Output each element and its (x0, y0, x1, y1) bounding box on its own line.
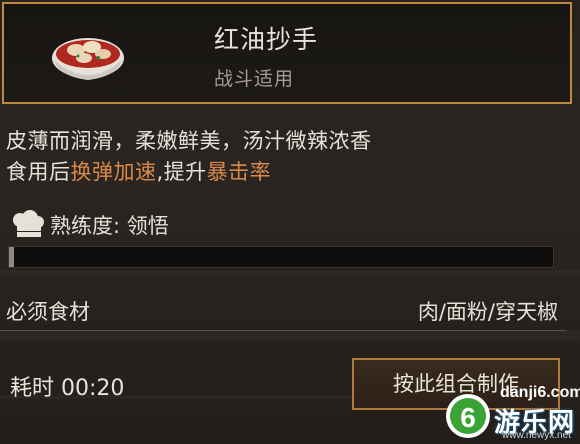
mastery-progress-fill (9, 247, 15, 267)
effect-prefix: 食用后 (6, 160, 71, 184)
ingredients-value: 肉/面粉/穿天椒 (417, 300, 558, 324)
site-watermark: 6 danji6.com 游乐网 www.newyx.net (444, 384, 580, 444)
watermark-logo-icon: 6 (446, 394, 490, 438)
cook-time: 耗时 00:20 (10, 376, 125, 401)
effect-mid: ,提升 (156, 160, 207, 184)
description-line-1: 皮薄而润滑，柔嫩鲜美，汤汁微辣浓香 (6, 129, 372, 153)
background-streak (0, 270, 580, 276)
recipe-panel: 红油抄手 战斗适用 皮薄而润滑，柔嫩鲜美，汤汁微辣浓香 食用后换弹加速,提升暴击… (0, 0, 580, 444)
mastery-progress-bar (8, 246, 554, 268)
watermark-url: www.newyx.net (502, 430, 571, 441)
item-header: 红油抄手 战斗适用 (2, 2, 572, 104)
svg-text:6: 6 (460, 402, 476, 433)
mastery-label: 熟练度: 领悟 (50, 214, 169, 238)
chef-hat-icon (13, 210, 44, 237)
background-streak (0, 330, 580, 340)
item-description: 皮薄而润滑，柔嫩鲜美，汤汁微辣浓香 食用后换弹加速,提升暴击率 (6, 126, 566, 188)
effect-crit-rate: 暴击率 (206, 160, 272, 184)
effect-reload-speed: 换弹加速 (70, 160, 157, 184)
ingredients-row: 必须食材 肉/面粉/穿天椒 (0, 288, 566, 331)
item-name: 红油抄手 (214, 25, 319, 54)
ingredients-label: 必须食材 (6, 300, 90, 324)
bowl-of-wontons-icon (52, 38, 124, 80)
watermark-domain: danji6.com (500, 384, 580, 401)
item-subtitle: 战斗适用 (214, 68, 295, 90)
description-line-2: 食用后换弹加速,提升暴击率 (6, 157, 566, 188)
